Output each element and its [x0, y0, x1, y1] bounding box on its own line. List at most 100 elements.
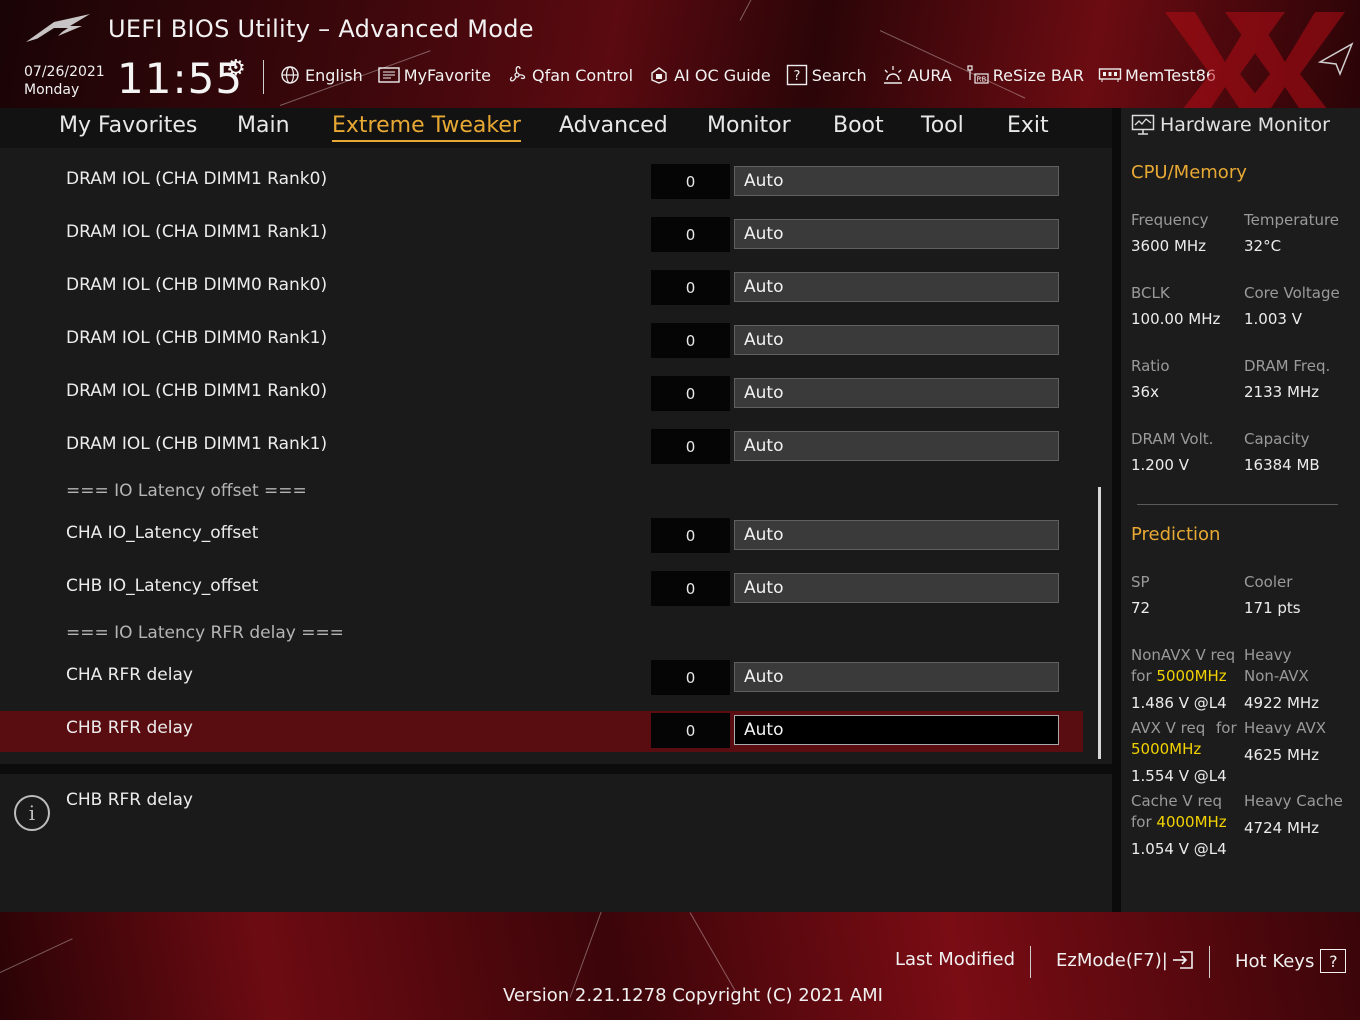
- monitor-value: 1.003 V: [1244, 310, 1302, 328]
- tab-my-favorites[interactable]: My Favorites: [59, 113, 197, 138]
- rog-logo-icon: [26, 14, 90, 42]
- setting-dropdown-selected[interactable]: Auto: [734, 715, 1059, 745]
- setting-label[interactable]: DRAM IOL (CHB DIMM1 Rank1): [66, 434, 327, 454]
- setting-value-field[interactable]: 0: [651, 376, 730, 411]
- day-display: Monday: [24, 82, 80, 98]
- tab-boot[interactable]: Boot: [833, 113, 884, 138]
- resize-bar-icon: RB: [966, 63, 990, 87]
- setting-dropdown[interactable]: Auto: [734, 166, 1059, 196]
- globe-icon: [278, 63, 302, 87]
- fan-icon: [505, 63, 529, 87]
- setting-label[interactable]: DRAM IOL (CHB DIMM0 Rank0): [66, 275, 327, 295]
- clock-display[interactable]: 11:55: [117, 54, 243, 103]
- avx-freq: 5000MHz: [1131, 740, 1202, 758]
- setting-dropdown[interactable]: Auto: [734, 662, 1059, 692]
- language-button[interactable]: English: [278, 63, 363, 87]
- search-label: Search: [811, 65, 867, 85]
- hot-keys-button[interactable]: Hot Keys ?: [1235, 949, 1347, 973]
- cooler-value: 171 pts: [1244, 599, 1301, 617]
- tab-tool[interactable]: Tool: [921, 113, 964, 138]
- monitor-value: 16384 MB: [1244, 456, 1320, 474]
- aura-button[interactable]: AURA: [881, 63, 952, 87]
- nonavx-freq: 5000MHz: [1156, 667, 1227, 685]
- tab-advanced[interactable]: Advanced: [559, 113, 668, 138]
- last-modified-button[interactable]: Last Modified: [895, 949, 1015, 970]
- help-key-icon: ?: [1320, 949, 1347, 973]
- setting-label[interactable]: DRAM IOL (CHB DIMM1 Rank0): [66, 381, 327, 401]
- monitor-label: Core Voltage: [1244, 284, 1340, 302]
- setting-label[interactable]: CHA RFR delay: [66, 665, 193, 685]
- setting-value-field[interactable]: 0: [651, 323, 730, 358]
- monitor-label: Ratio: [1131, 357, 1170, 375]
- qfan-control-button[interactable]: Qfan Control: [505, 63, 633, 87]
- hot-keys-label: Hot Keys: [1235, 950, 1315, 972]
- footer-divider: [1209, 946, 1210, 978]
- setting-dropdown[interactable]: Auto: [734, 219, 1059, 249]
- setting-label[interactable]: CHA IO_Latency_offset: [66, 523, 258, 543]
- setting-dropdown[interactable]: Auto: [734, 520, 1059, 550]
- setting-label[interactable]: DRAM IOL (CHA DIMM1 Rank1): [66, 222, 327, 242]
- monitor-value: 100.00 MHz: [1131, 310, 1221, 328]
- setting-value-field[interactable]: 0: [651, 660, 730, 695]
- avx-for: for: [1216, 719, 1237, 737]
- setting-dropdown[interactable]: Auto: [734, 325, 1059, 355]
- ai-oc-guide-button[interactable]: AI OC Guide: [647, 63, 771, 87]
- setting-dropdown[interactable]: Auto: [734, 272, 1059, 302]
- section-header: === IO Latency RFR delay ===: [66, 623, 344, 643]
- myfavorite-button[interactable]: MyFavorite: [377, 63, 491, 87]
- setting-label-selected[interactable]: CHB RFR delay: [66, 718, 193, 738]
- search-button[interactable]: ? Search: [785, 63, 867, 87]
- exit-arrow-icon: [1172, 951, 1193, 969]
- heavy-nonavx-label-2: Non-AVX: [1244, 667, 1309, 685]
- app-title: UEFI BIOS Utility – Advanced Mode: [108, 15, 534, 43]
- setting-value-field[interactable]: 0: [651, 571, 730, 606]
- cooler-label: Cooler: [1244, 573, 1293, 591]
- ezmode-button[interactable]: EzMode(F7)|: [1056, 949, 1196, 971]
- setting-dropdown[interactable]: Auto: [734, 573, 1059, 603]
- heavy-cache-value: 4724 MHz: [1244, 819, 1320, 837]
- hardware-monitor-title: Hardware Monitor: [1160, 114, 1330, 136]
- monitor-value: 3600 MHz: [1131, 237, 1207, 255]
- svg-text:?: ?: [793, 69, 800, 84]
- qfan-control-label: Qfan Control: [532, 65, 634, 85]
- setting-dropdown[interactable]: Auto: [734, 431, 1059, 461]
- resize-bar-label: ReSize BAR: [992, 65, 1084, 85]
- setting-label[interactable]: CHB IO_Latency_offset: [66, 576, 258, 596]
- light-icon: [881, 63, 905, 87]
- prediction-section: Prediction: [1131, 524, 1221, 545]
- memory-icon: [1098, 63, 1122, 87]
- scrollbar[interactable]: [1098, 487, 1101, 759]
- setting-value-field[interactable]: 0: [651, 270, 730, 305]
- cursor-arrow-icon: [1318, 42, 1354, 76]
- setting-label[interactable]: DRAM IOL (CHA DIMM1 Rank0): [66, 169, 327, 189]
- gear-icon[interactable]: ⚙: [226, 56, 246, 81]
- setting-value-field[interactable]: 0: [651, 164, 730, 199]
- setting-value-field[interactable]: 0: [651, 217, 730, 252]
- tab-monitor[interactable]: Monitor: [707, 113, 791, 138]
- tab-exit[interactable]: Exit: [1007, 113, 1049, 138]
- heavy-cache-label: Heavy Cache: [1244, 792, 1343, 810]
- nonavx-label: NonAVX V req: [1131, 646, 1236, 664]
- header-divider: [263, 60, 264, 94]
- setting-value-field[interactable]: 0: [651, 713, 730, 748]
- setting-value-field[interactable]: 0: [651, 429, 730, 464]
- resize-bar-button[interactable]: RB ReSize BAR: [966, 63, 1084, 87]
- header-toolbar: English MyFavorite Qfan Control AI OC Gu…: [278, 62, 1230, 88]
- tab-main[interactable]: Main: [237, 113, 290, 138]
- help-text: CHB RFR delay: [66, 790, 193, 810]
- myfavorite-label: MyFavorite: [403, 65, 491, 85]
- section-header: === IO Latency offset ===: [66, 481, 307, 501]
- monitor-value: 32°C: [1244, 237, 1282, 255]
- setting-label[interactable]: DRAM IOL (CHB DIMM0 Rank1): [66, 328, 327, 348]
- cache-freq-line: for 4000MHz: [1131, 813, 1227, 831]
- date-display: 07/26/2021: [24, 64, 105, 80]
- version-text: Version 2.21.1278 Copyright (C) 2021 AMI: [503, 985, 883, 1006]
- setting-dropdown[interactable]: Auto: [734, 378, 1059, 408]
- tab-extreme-tweaker[interactable]: Extreme Tweaker: [332, 113, 521, 142]
- setting-value-field[interactable]: 0: [651, 518, 730, 553]
- monitor-label: Frequency: [1131, 211, 1209, 229]
- ai-oc-guide-label: AI OC Guide: [674, 65, 771, 85]
- cpu-memory-section: CPU/Memory: [1131, 162, 1247, 183]
- monitor-label: Temperature: [1244, 211, 1340, 229]
- panel-divider: [0, 764, 1112, 774]
